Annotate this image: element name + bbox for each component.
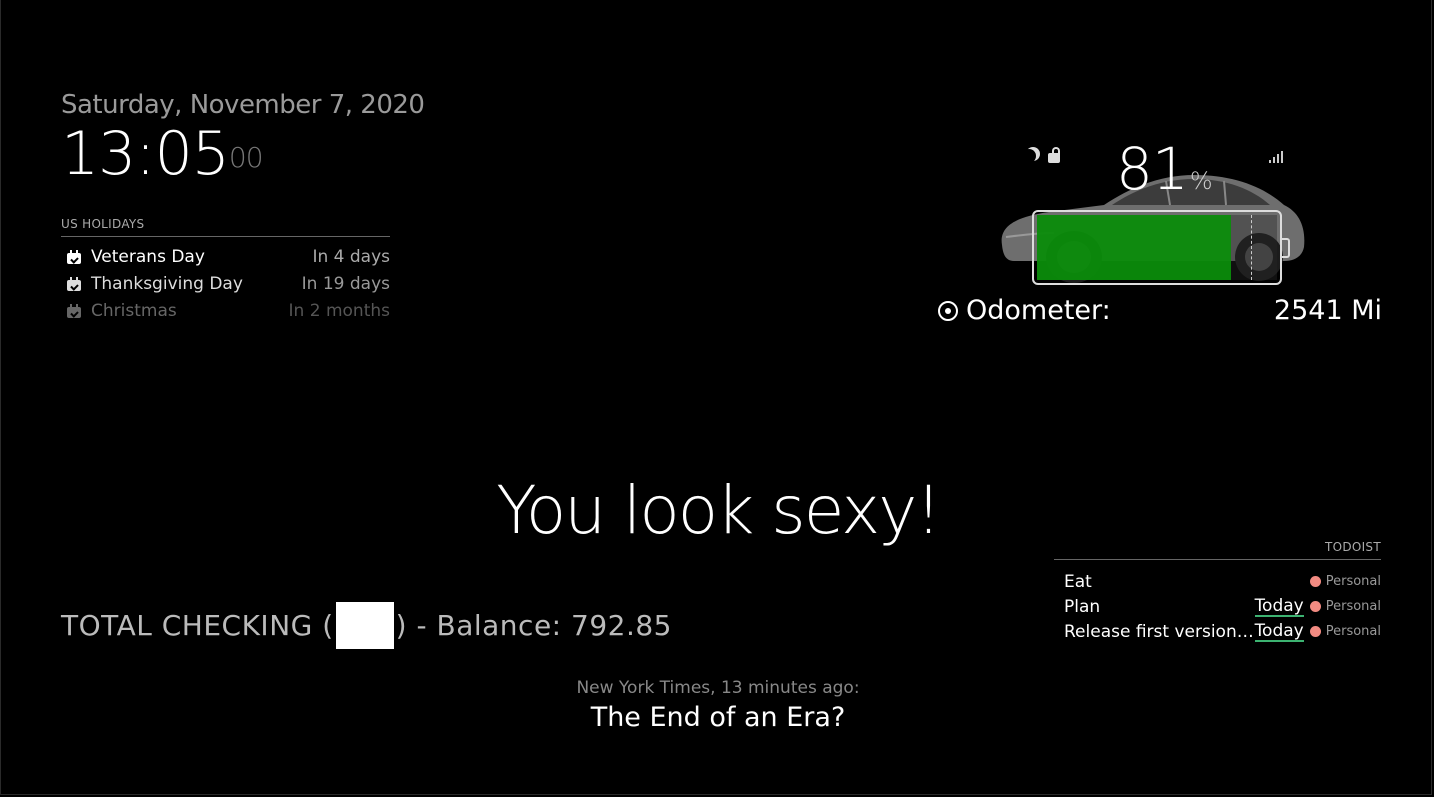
todo-due: Today [1254, 595, 1304, 617]
holiday-when: In 2 months [288, 300, 390, 321]
tesla-module: 81% Odometer: 2541 Mi [936, 135, 1382, 335]
clock-hours-minutes: 13:05 [61, 119, 230, 189]
odometer-icon [938, 300, 958, 321]
calendar-check-icon [67, 303, 81, 318]
moon-icon [1022, 149, 1036, 163]
project-color-dot [1309, 626, 1321, 637]
odometer-label: Odometer: [966, 295, 1111, 326]
charge-limit-marker [1251, 215, 1252, 280]
calendar-check-icon [67, 276, 81, 291]
redacted-account-number [335, 602, 394, 649]
clock-time: 13:0500 [61, 122, 424, 186]
holiday-row: Veterans Day In 4 days [61, 243, 390, 270]
holiday-name: Veterans Day [91, 246, 205, 267]
todoist-header: TODOIST [1054, 540, 1381, 560]
clock-module: Saturday, November 7, 2020 13:0500 [61, 88, 425, 186]
signal-icon [1269, 149, 1283, 163]
battery-percent-value: 81 [1116, 135, 1189, 203]
odometer: Odometer: 2541 Mi [936, 295, 1382, 326]
holiday-when: In 19 days [301, 273, 390, 294]
bank-balance: TOTAL CHECKING ( ) - Balance: 792.85 [61, 602, 672, 649]
newsfeed-module: New York Times, 13 minutes ago: The End … [1, 678, 1434, 733]
clock-date: Saturday, November 7, 2020 [61, 90, 425, 120]
unlock-icon [1048, 147, 1062, 163]
todo-item: Release first version ton… Today Persona… [1054, 619, 1381, 644]
holiday-name: Thanksgiving Day [91, 273, 243, 294]
todo-due: Today [1254, 620, 1304, 642]
magic-mirror-screen: Saturday, November 7, 2020 13:0500 US HO… [0, 0, 1432, 795]
holidays-module: US HOLIDAYS Veterans Day In 4 days Thank… [61, 217, 390, 324]
compliment-text: You look sexy! [496, 472, 941, 549]
todo-title: Release first version ton… [1064, 621, 1255, 642]
todo-project: Personal [1325, 599, 1381, 614]
battery-percent-unit: % [1189, 167, 1213, 195]
holiday-row: Thanksgiving Day In 19 days [61, 270, 390, 297]
project-color-dot [1309, 601, 1321, 612]
holiday-row: Christmas In 2 months [61, 297, 390, 324]
todo-item: Plan Today Personal [1054, 594, 1381, 619]
bank-account-prefix: TOTAL CHECKING ( [61, 609, 334, 642]
bank-balance-text: ) - Balance: 792.85 [395, 609, 672, 642]
tesla-status-icons [1026, 147, 1062, 163]
holiday-name: Christmas [91, 300, 177, 321]
todo-project: Personal [1325, 574, 1381, 589]
todoist-module: TODOIST Eat Personal Plan Today Personal… [1054, 540, 1381, 644]
todo-item: Eat Personal [1054, 569, 1381, 594]
odometer-value: 2541 Mi [1273, 295, 1382, 326]
holidays-header: US HOLIDAYS [61, 217, 390, 237]
calendar-check-icon [67, 249, 81, 264]
news-source: New York Times, 13 minutes ago: [576, 678, 860, 698]
battery-gauge [1032, 210, 1282, 285]
news-headline: The End of an Era? [590, 702, 846, 733]
todo-title: Plan [1064, 596, 1101, 617]
clock-seconds: 00 [228, 141, 264, 174]
holiday-when: In 4 days [312, 246, 390, 267]
battery-percent: 81% [1116, 135, 1213, 213]
battery-terminal [1282, 238, 1290, 258]
todo-project: Personal [1325, 624, 1381, 639]
todo-title: Eat [1064, 571, 1092, 592]
project-color-dot [1309, 576, 1321, 587]
battery-fill [1037, 215, 1232, 280]
